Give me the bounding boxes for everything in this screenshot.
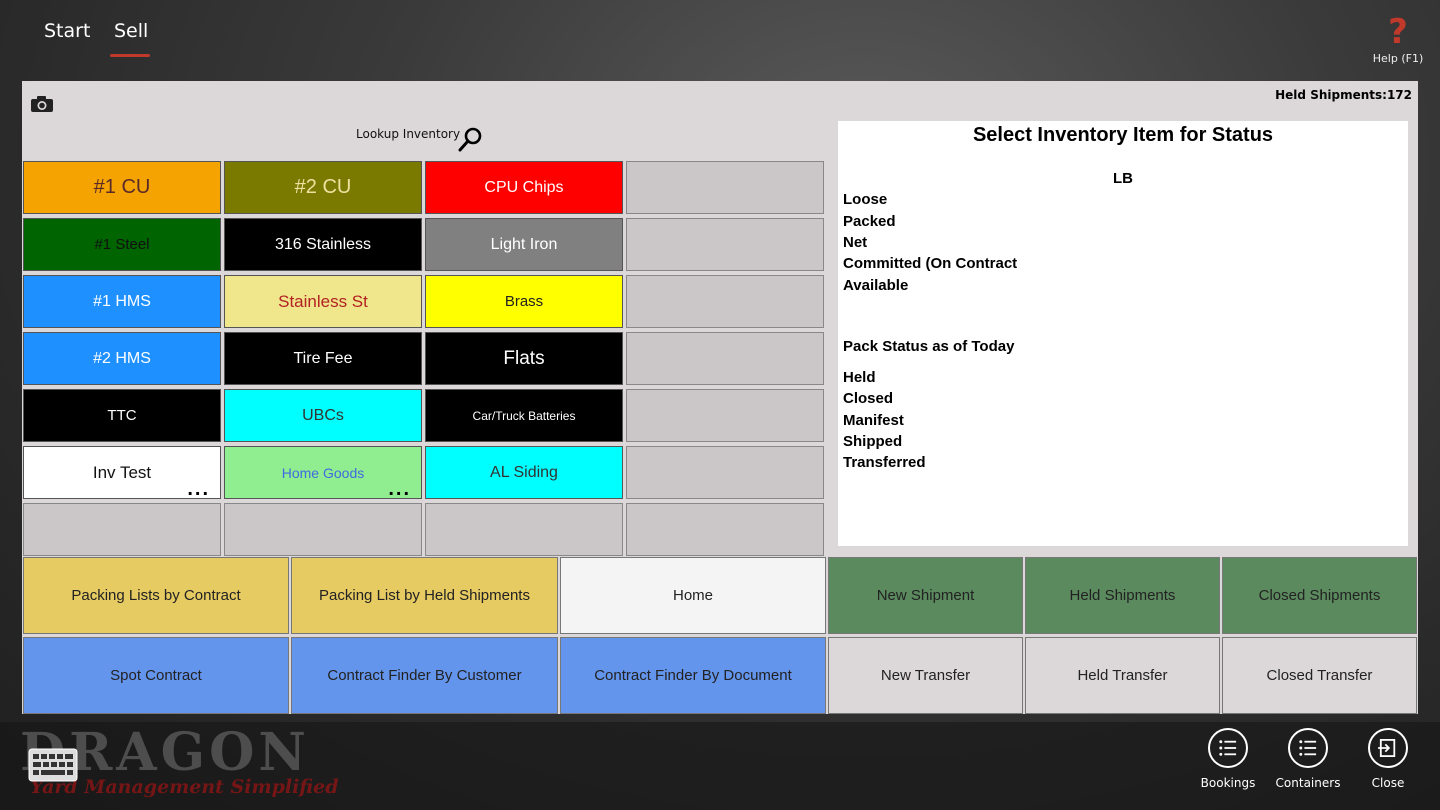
inventory-tile[interactable]: Light Iron bbox=[425, 218, 623, 271]
empty-inventory-tile[interactable] bbox=[224, 503, 422, 556]
inventory-grid: #1 CU #2 CU CPU Chips #1 Steel 316 Stainless… bbox=[23, 161, 826, 556]
empty-inventory-tile[interactable] bbox=[626, 332, 824, 385]
list-icon bbox=[1208, 728, 1248, 768]
search-icon[interactable] bbox=[456, 125, 486, 155]
status-closed: Closed bbox=[843, 390, 894, 407]
inventory-tile-label: TTC bbox=[107, 407, 137, 424]
empty-inventory-tile[interactable] bbox=[626, 503, 824, 556]
new-shipment-button[interactable]: New Shipment bbox=[828, 557, 1023, 634]
inventory-tile-label: Inv Test bbox=[92, 462, 152, 482]
empty-inventory-tile[interactable] bbox=[425, 503, 623, 556]
inventory-tile[interactable]: #2 HMS bbox=[23, 332, 221, 385]
inventory-tile-label: Car/Truck Batteries bbox=[472, 408, 576, 423]
close-label: Close bbox=[1371, 776, 1405, 790]
status-net: Net bbox=[843, 234, 868, 251]
inventory-tile[interactable]: UBCs bbox=[224, 389, 422, 442]
status-held: Held bbox=[843, 369, 876, 386]
closed-shipments-button[interactable]: Closed Shipments bbox=[1222, 557, 1417, 634]
held-transfer-button[interactable]: Held Transfer bbox=[1025, 637, 1220, 714]
tab-sell[interactable]: Sell bbox=[114, 20, 148, 42]
keyboard-icon[interactable] bbox=[28, 748, 78, 782]
inventory-tile[interactable]: Stainless St bbox=[224, 275, 422, 328]
camera-icon[interactable] bbox=[30, 95, 54, 113]
contract-finder-document-button[interactable]: Contract Finder By Document bbox=[560, 637, 826, 714]
inventory-tile-label: #1 CU bbox=[93, 176, 151, 198]
inventory-tile[interactable]: #1 Steel bbox=[23, 218, 221, 271]
new-transfer-button[interactable]: New Transfer bbox=[828, 637, 1023, 714]
home-button[interactable]: Home bbox=[560, 557, 826, 634]
more-options-icon[interactable]: ... bbox=[388, 479, 411, 499]
empty-inventory-tile[interactable] bbox=[626, 389, 824, 442]
help-button[interactable]: ? Help (F1) bbox=[1370, 12, 1426, 65]
status-committed: Committed (On Contract bbox=[843, 255, 1018, 272]
inventory-tile[interactable]: Home Goods... bbox=[224, 446, 422, 499]
inventory-tile-label: Home Goods bbox=[281, 464, 365, 481]
inventory-tile[interactable]: CPU Chips bbox=[425, 161, 623, 214]
bookings-label: Bookings bbox=[1200, 776, 1256, 790]
status-title: Select Inventory Item for Status bbox=[972, 124, 1274, 146]
inventory-tile-label: #2 HMS bbox=[93, 349, 151, 367]
inventory-tile[interactable]: #1 CU bbox=[23, 161, 221, 214]
empty-inventory-tile[interactable] bbox=[626, 218, 824, 271]
close-button[interactable]: Close bbox=[1353, 728, 1423, 790]
status-packed: Packed bbox=[843, 213, 896, 230]
inventory-tile-label: Stainless St bbox=[278, 291, 368, 311]
inventory-tile-label: 316 Stainless bbox=[274, 235, 372, 253]
packing-lists-by-contract-button[interactable]: Packing Lists by Contract bbox=[23, 557, 289, 634]
main-panel: Held Shipments:172 Lookup Inventory #1 C… bbox=[22, 81, 1418, 714]
closed-transfer-button[interactable]: Closed Transfer bbox=[1222, 637, 1417, 714]
held-shipments-button[interactable]: Held Shipments bbox=[1025, 557, 1220, 634]
status-manifest: Manifest bbox=[843, 412, 904, 429]
status-panel: Select Inventory Item for Status LB Loos… bbox=[838, 121, 1408, 546]
empty-inventory-tile[interactable] bbox=[626, 446, 824, 499]
list-icon bbox=[1288, 728, 1328, 768]
empty-inventory-tile[interactable] bbox=[23, 503, 221, 556]
tab-start[interactable]: Start bbox=[44, 20, 90, 42]
status-loose: Loose bbox=[843, 191, 888, 208]
inventory-tile-label: Light Iron bbox=[490, 235, 558, 253]
inventory-tile[interactable]: Inv Test... bbox=[23, 446, 221, 499]
containers-button[interactable]: Containers bbox=[1273, 728, 1343, 790]
lookup-inventory-label: Lookup Inventory bbox=[356, 127, 461, 141]
status-shipped: Shipped bbox=[843, 433, 903, 450]
inventory-tile-label: UBCs bbox=[302, 406, 344, 424]
active-tab-indicator bbox=[110, 54, 150, 57]
contract-finder-customer-button[interactable]: Contract Finder By Customer bbox=[291, 637, 558, 714]
inventory-tile-label: CPU Chips bbox=[484, 178, 564, 196]
spot-contract-button[interactable]: Spot Contract bbox=[23, 637, 289, 714]
inventory-tile[interactable]: #2 CU bbox=[224, 161, 422, 214]
pack-status-header: Pack Status as of Today bbox=[843, 338, 1015, 355]
inventory-tile[interactable]: TTC bbox=[23, 389, 221, 442]
exit-icon bbox=[1368, 728, 1408, 768]
inventory-tile[interactable]: Flats bbox=[425, 332, 623, 385]
held-shipments-count: Held Shipments:172 bbox=[1275, 88, 1412, 102]
inventory-tile-label: #1 HMS bbox=[93, 292, 151, 310]
inventory-tile-label: AL Siding bbox=[490, 463, 558, 481]
inventory-tile[interactable]: #1 HMS bbox=[23, 275, 221, 328]
inventory-tile[interactable]: Brass bbox=[425, 275, 623, 328]
status-available: Available bbox=[843, 277, 909, 294]
inventory-tile-label: Tire Fee bbox=[293, 349, 353, 367]
containers-label: Containers bbox=[1275, 776, 1341, 790]
inventory-tile[interactable]: AL Siding bbox=[425, 446, 623, 499]
packing-list-by-held-button[interactable]: Packing List by Held Shipments bbox=[291, 557, 558, 634]
inventory-tile[interactable]: Tire Fee bbox=[224, 332, 422, 385]
inventory-tile-label: #2 CU bbox=[294, 176, 352, 198]
top-nav: Start Sell ? Help (F1) bbox=[0, 0, 1440, 80]
help-label: Help (F1) bbox=[1372, 52, 1424, 65]
status-unit: LB bbox=[1113, 170, 1133, 187]
inventory-tile[interactable]: Car/Truck Batteries bbox=[425, 389, 623, 442]
bookings-button[interactable]: Bookings bbox=[1193, 728, 1263, 790]
inventory-tile[interactable]: 316 Stainless bbox=[224, 218, 422, 271]
help-icon: ? bbox=[1388, 12, 1408, 52]
inventory-tile-label: Flats bbox=[503, 347, 545, 369]
empty-inventory-tile[interactable] bbox=[626, 275, 824, 328]
inventory-tile-label: #1 Steel bbox=[94, 236, 150, 253]
status-transferred: Transferred bbox=[843, 454, 926, 471]
more-options-icon[interactable]: ... bbox=[187, 479, 210, 499]
inventory-tile-label: Brass bbox=[504, 293, 544, 310]
empty-inventory-tile[interactable] bbox=[626, 161, 824, 214]
